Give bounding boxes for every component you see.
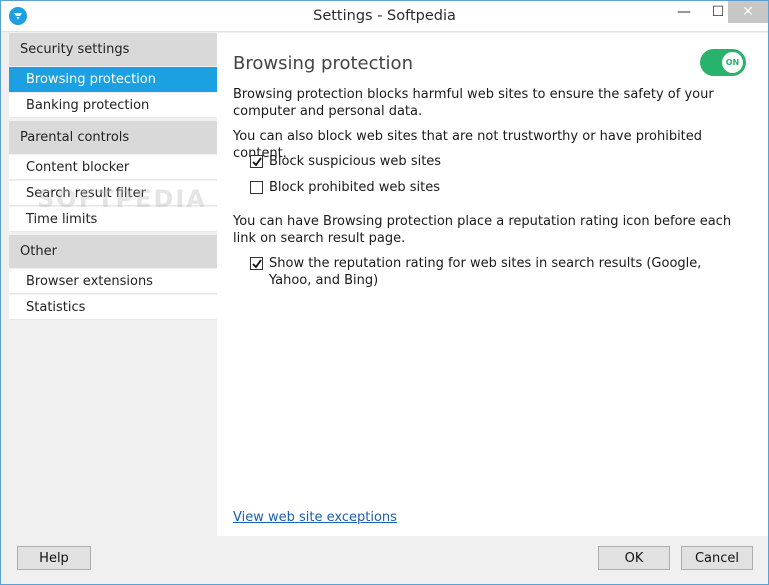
toggle-knob: ON [722,52,743,73]
option-label: Block prohibited web sites [269,180,441,195]
window-title: Settings - Softpedia [313,8,456,24]
sidebar-item-browser-extensions[interactable]: Browser extensions [9,269,217,294]
sidebar-section-parental-controls[interactable]: Parental controls [9,121,217,154]
title-bar[interactable]: Settings - Softpedia — ☐ ✕ [1,1,768,32]
close-icon[interactable]: ✕ [728,1,768,23]
sidebar-section-security[interactable]: Security settings [9,33,217,66]
cancel-button[interactable]: Cancel [681,546,753,570]
description-text: Browsing protection blocks harmful web s… [233,87,714,119]
content-pane: Browsing protection ON Browsing protecti… [217,33,768,536]
settings-window: Settings - Softpedia — ☐ ✕ Security sett… [0,0,769,585]
option-label: Block suspicious web sites [269,154,442,169]
checkmark-icon [252,259,262,269]
ok-button[interactable]: OK [598,546,670,570]
rating-intro-text: You can have Browsing protection place a… [233,214,732,246]
page-title: Browsing protection [233,53,413,74]
checkbox-reputation-rating[interactable] [250,257,263,270]
checkbox-block-suspicious[interactable] [250,155,263,168]
browsing-protection-toggle[interactable]: ON [700,49,746,76]
sidebar-item-browsing-protection[interactable]: Browsing protection [9,67,217,92]
option-label: Show the reputation rating for web sites… [269,256,702,288]
sidebar-item-statistics[interactable]: Statistics [9,295,217,320]
sidebar-section-other[interactable]: Other [9,235,217,268]
option-block-suspicious[interactable]: Block suspicious web sites [250,153,730,170]
sidebar: Security settings Browsing protection Ba… [9,33,217,536]
view-exceptions-link[interactable]: View web site exceptions [233,510,397,525]
checkbox-block-prohibited[interactable] [250,181,263,194]
minimize-icon[interactable]: — [667,1,701,23]
sidebar-item-banking-protection[interactable]: Banking protection [9,93,217,118]
help-button[interactable]: Help [17,546,91,570]
checkmark-icon [252,157,262,167]
option-block-prohibited[interactable]: Block prohibited web sites [250,179,730,196]
sidebar-item-content-blocker[interactable]: Content blocker [9,155,217,180]
option-reputation-rating[interactable]: Show the reputation rating for web sites… [250,255,730,289]
softpedia-watermark: SOFTPEDIA [37,185,207,213]
